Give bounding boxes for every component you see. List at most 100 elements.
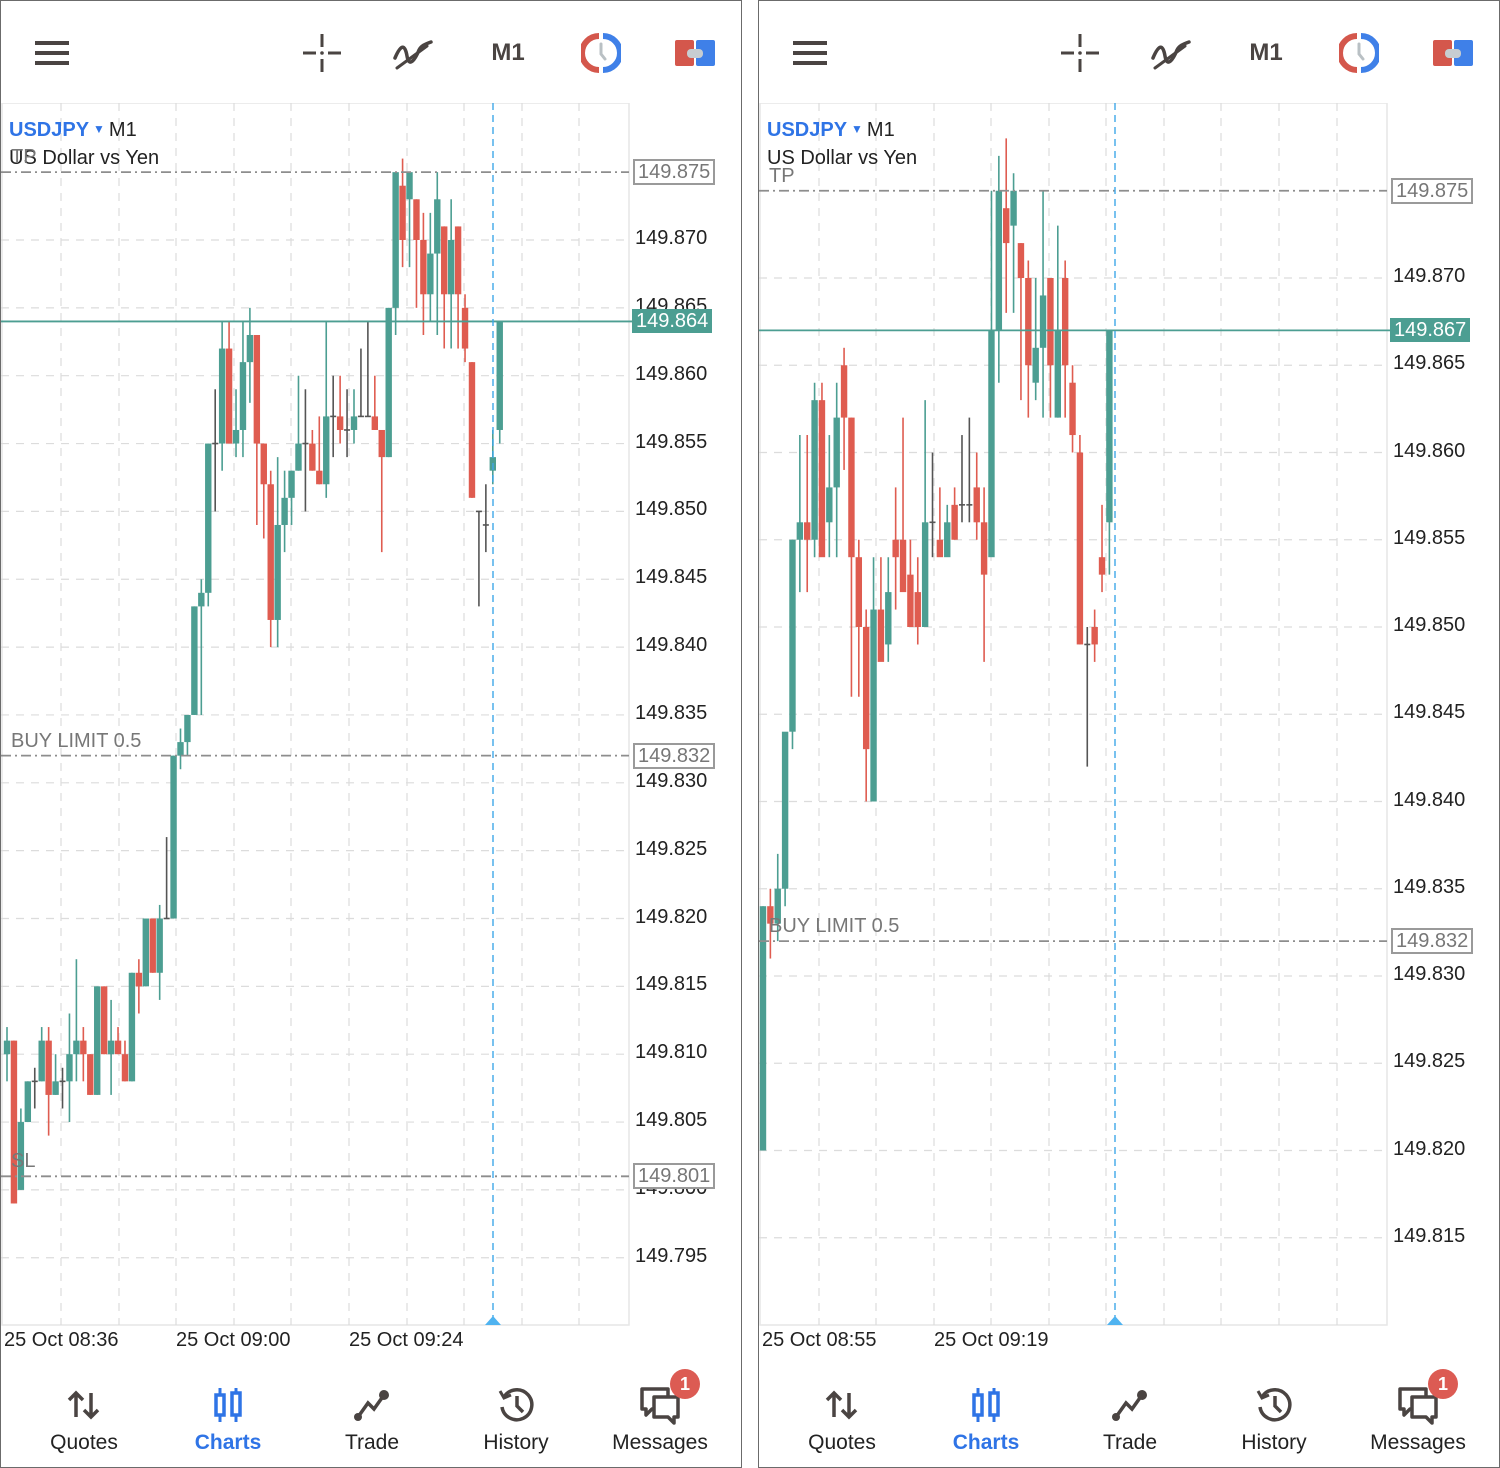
candle-body [274, 524, 281, 620]
symbol-dropdown-icon[interactable]: ▼ [851, 122, 863, 136]
bottom-navigation: Quotes Charts Trade History 1 Messages [759, 1357, 1499, 1467]
candle-body [336, 416, 344, 430]
nav-history[interactable]: History [444, 1357, 588, 1467]
trade-panel-toggle-button[interactable] [1431, 31, 1475, 75]
order-level-price[interactable]: 149.875 [1391, 177, 1474, 204]
hamburger-menu-icon [793, 41, 827, 65]
candle-body [789, 539, 796, 732]
y-tick-label: 149.810 [635, 1041, 708, 1064]
y-tick-label: 149.865 [1393, 352, 1466, 375]
candle-body [225, 348, 233, 444]
candle-body [184, 714, 191, 743]
order-level-label[interactable]: TP [769, 165, 795, 188]
candle-body [804, 522, 811, 540]
y-tick-label: 149.795 [635, 1244, 708, 1267]
order-level-price[interactable]: 149.875 [633, 159, 716, 186]
order-level-label[interactable]: SL [11, 1150, 35, 1173]
timeframe-button[interactable]: M1 [1244, 31, 1288, 75]
indicators-button[interactable] [1149, 31, 1193, 75]
nav-messages[interactable]: 1 Messages [1346, 1357, 1490, 1467]
nav-label: Charts [952, 1431, 1020, 1454]
nav-label: Messages [1370, 1431, 1466, 1454]
menu-button[interactable] [30, 31, 74, 75]
unread-badge: 1 [1428, 1369, 1458, 1399]
candlestick-chart-svg [759, 103, 1391, 1326]
y-tick-label: 149.860 [1393, 439, 1466, 462]
symbol-header[interactable]: USDJPY ▼ M1 [9, 119, 137, 142]
order-level-label[interactable]: TP [11, 146, 37, 169]
y-tick-label: 149.835 [1393, 875, 1466, 898]
nav-history[interactable]: History [1202, 1357, 1346, 1467]
candle-body [350, 416, 358, 430]
symbol-header[interactable]: USDJPY ▼ M1 [767, 119, 895, 142]
nav-charts[interactable]: Charts [914, 1357, 1058, 1467]
trade-panel-toggle-button[interactable] [673, 31, 717, 75]
candle-body [1061, 278, 1069, 366]
chart-panel-right: M1 USDJPY ▼ M1 US Dollar vs Yen 25 Oct 08:… [758, 0, 1500, 1468]
candle-body [870, 609, 877, 802]
candle-body [80, 1040, 87, 1055]
y-tick-label: 149.825 [635, 837, 708, 860]
crosshair-button[interactable] [1058, 31, 1102, 75]
symbol-dropdown-icon[interactable]: ▼ [93, 122, 105, 136]
order-level-label[interactable]: BUY LIMIT 0.5 [11, 730, 141, 753]
candle-body [142, 918, 149, 987]
candle-body [899, 539, 907, 593]
unread-badge: 1 [670, 1369, 700, 1399]
candle-body [3, 1040, 11, 1055]
time-cursor-marker [485, 1316, 501, 1325]
candle-body [796, 522, 804, 540]
candle-body [1069, 382, 1076, 436]
candle-body [944, 522, 951, 558]
candle-body [1106, 330, 1113, 523]
candle-body [100, 986, 108, 1055]
nav-quotes[interactable]: Quotes [770, 1357, 914, 1467]
candle-body [855, 557, 863, 627]
nav-trade[interactable]: Trade [300, 1357, 444, 1467]
nav-label: Quotes [808, 1431, 876, 1454]
candle-body [413, 199, 420, 240]
nav-quotes[interactable]: Quotes [12, 1357, 156, 1467]
candle-body [980, 522, 988, 575]
candle-body [892, 539, 899, 558]
x-tick-label: 25 Oct 09:19 [934, 1329, 1049, 1351]
one-click-trading-button[interactable] [579, 31, 623, 75]
timeframe-button[interactable]: M1 [486, 31, 530, 75]
candle-body [759, 906, 767, 1151]
symbol-name[interactable]: USDJPY [9, 119, 89, 141]
price-chart[interactable] [759, 103, 1499, 1355]
trade-panel-toggle-icon [1433, 40, 1473, 66]
order-level-price[interactable]: 149.832 [633, 742, 716, 769]
order-level-price[interactable]: 149.801 [633, 1163, 716, 1190]
nav-charts[interactable]: Charts [156, 1357, 300, 1467]
crosshair-button[interactable] [300, 31, 344, 75]
nav-trade[interactable]: Trade [1058, 1357, 1202, 1467]
history-clock-icon [1256, 1388, 1292, 1422]
candle-body [427, 253, 434, 295]
bottom-navigation: Quotes Charts Trade History 1 Messages [1, 1357, 741, 1467]
y-tick-label: 149.830 [1393, 963, 1466, 985]
candle-body [461, 307, 469, 349]
one-click-trading-button[interactable] [1337, 31, 1381, 75]
y-tick-label: 149.855 [1393, 526, 1466, 549]
candle-body [399, 185, 406, 240]
chart-toolbar: M1 [1, 1, 741, 103]
x-tick-label: 25 Oct 08:36 [4, 1329, 119, 1351]
candle-body [1098, 557, 1106, 575]
charts-candles-icon [214, 1388, 242, 1422]
candle-body [936, 539, 944, 558]
candle-body [811, 400, 818, 540]
one-click-trading-icon [581, 33, 621, 73]
nav-messages[interactable]: 1 Messages [588, 1357, 732, 1467]
candle-body [468, 362, 476, 498]
order-level-price[interactable]: 149.832 [1391, 928, 1474, 955]
chart-panel-left: M1 USDJPY ▼ M1 US Dollar vs Yen 25 Oct 08:… [0, 0, 742, 1468]
trade-line-icon [1112, 1390, 1147, 1421]
y-tick-label: 149.820 [635, 905, 708, 928]
candle-body [988, 330, 995, 558]
menu-button[interactable] [788, 31, 832, 75]
indicators-button[interactable] [391, 31, 435, 75]
symbol-name[interactable]: USDJPY [767, 119, 847, 141]
order-level-label[interactable]: BUY LIMIT 0.5 [769, 915, 899, 938]
candle-body [232, 429, 240, 444]
